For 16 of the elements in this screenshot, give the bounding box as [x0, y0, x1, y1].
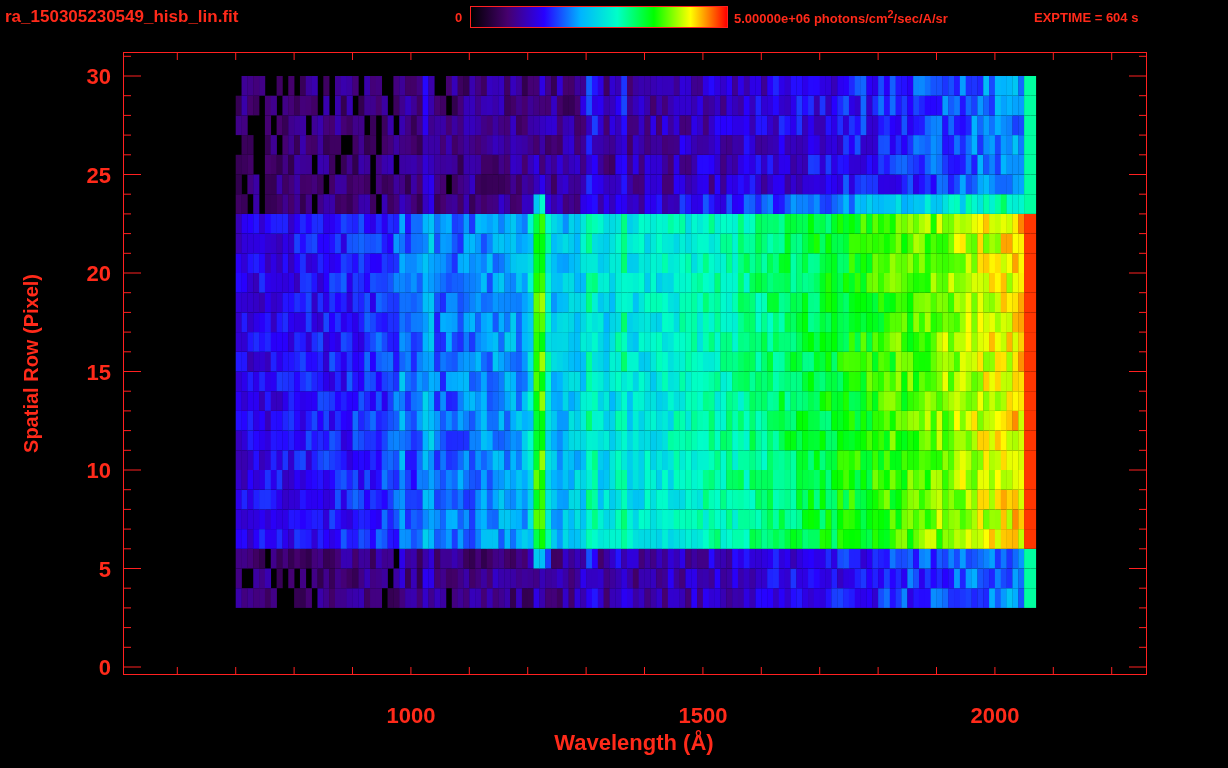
- colorbar-max-label: 5.00000e+06 photons/cm$^{2}$/sec/A/sr: [734, 7, 949, 27]
- y-tick-label: 25: [86, 162, 111, 188]
- y-tick-label: 15: [86, 359, 111, 385]
- x-axis-label: Wavelength (Å): [554, 730, 714, 756]
- y-tick-label: 30: [86, 64, 111, 89]
- exposure-time: EXPTIME = 604 s: [1034, 9, 1139, 25]
- y-tick-label: 0: [98, 655, 111, 680]
- y-tick-label: 10: [86, 458, 111, 483]
- x-tick-label: 2000: [970, 703, 1020, 728]
- y-tick-label: 5: [98, 556, 111, 582]
- y-tick-label: 20: [86, 261, 111, 286]
- x-tick-label: 1500: [678, 703, 728, 728]
- colorbar-min-label: 0: [455, 9, 464, 25]
- x-tick-label: 1000: [386, 703, 436, 728]
- y-axis-label: Spatial Row (Pixel): [20, 274, 43, 453]
- file-title: ra_150305230549_hisb_lin.fit: [5, 7, 240, 27]
